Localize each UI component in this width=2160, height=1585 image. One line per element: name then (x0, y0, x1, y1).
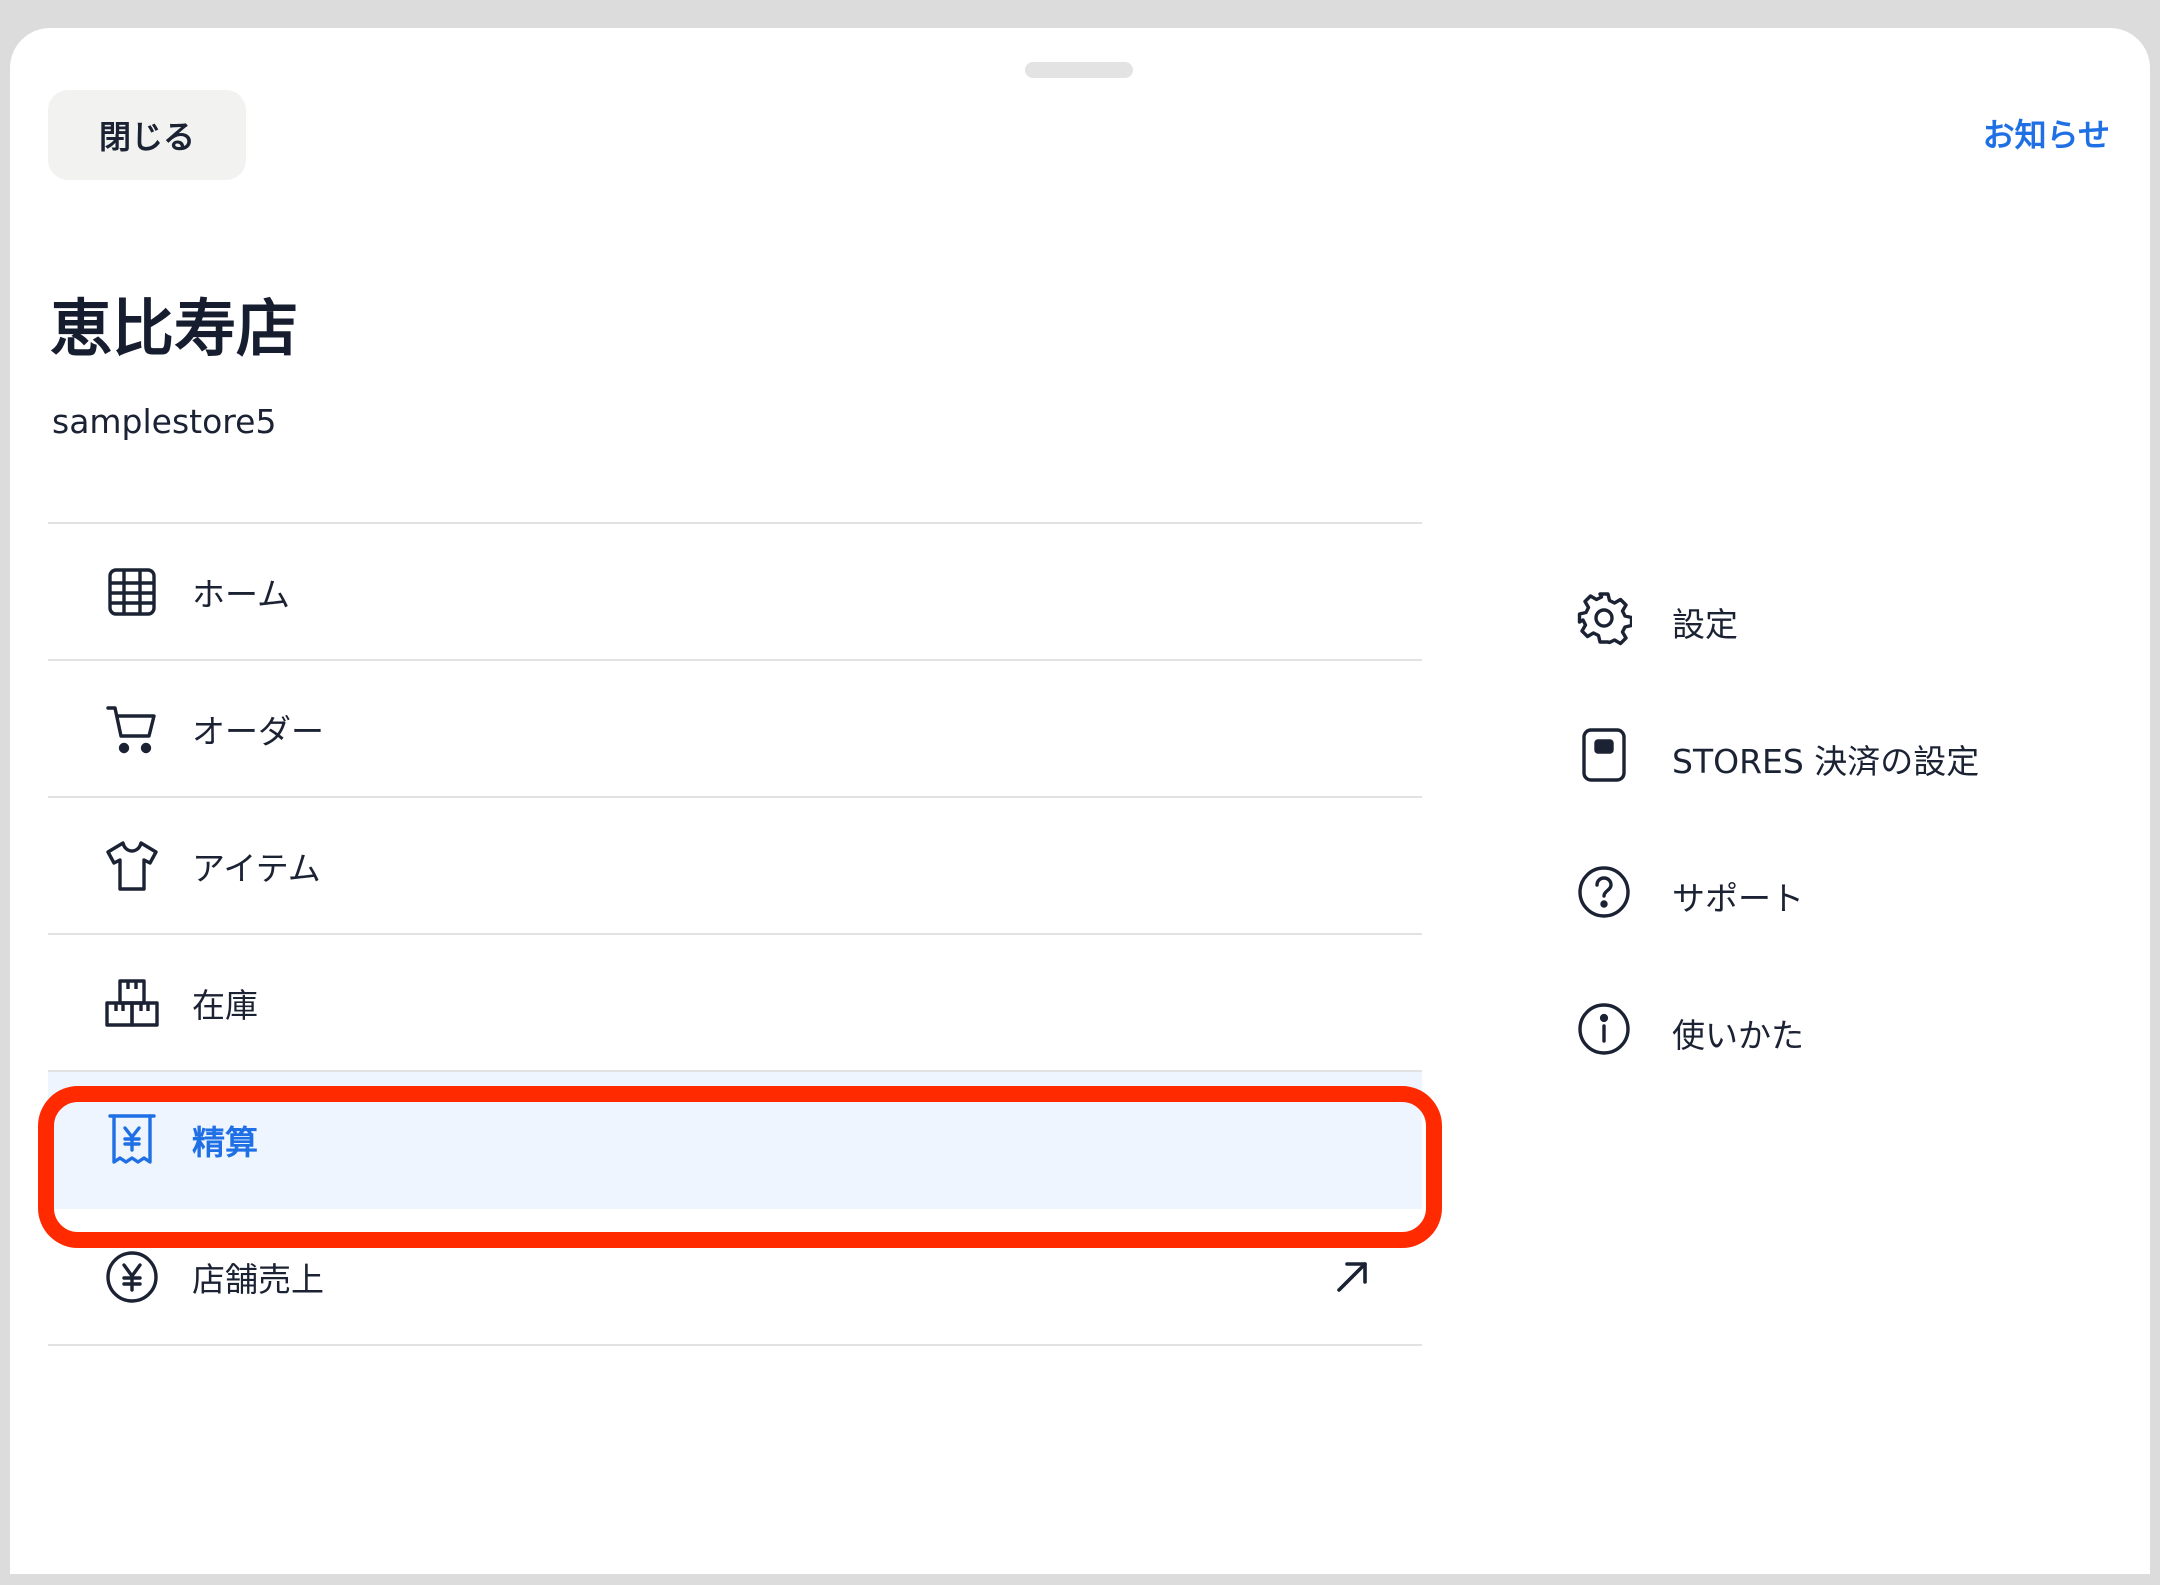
external-link-arrow-icon (1332, 1257, 1372, 1297)
grid-icon (104, 564, 160, 620)
nav-item-store-sales[interactable]: 店舗売上 (48, 1209, 1422, 1346)
nav-item-orders[interactable]: オーダー (48, 661, 1422, 798)
nav-item-label: 店舗売上 (192, 1259, 324, 1299)
gear-icon (1576, 590, 1632, 646)
boxes-icon (104, 975, 160, 1031)
side-menu: 設定 STORES 決済の設定 サポート 使いかた (1566, 550, 2126, 1098)
nav-item-stock[interactable]: 在庫 (48, 935, 1422, 1072)
nav-item-label: ホーム (192, 574, 291, 614)
tshirt-icon (104, 838, 160, 894)
nav-item-settlement[interactable]: 精算 (48, 1072, 1422, 1209)
card-reader-icon (1576, 727, 1632, 783)
news-link[interactable]: お知らせ (1983, 110, 2110, 156)
info-circle-icon (1576, 1001, 1632, 1057)
side-item-label: サポート (1672, 879, 1804, 918)
side-item-support[interactable]: サポート (1566, 824, 2126, 961)
nav-item-label: 精算 (192, 1122, 258, 1162)
cart-icon (104, 701, 160, 757)
side-item-settings[interactable]: 設定 (1566, 550, 2126, 687)
side-item-label: 使いかた (1672, 1016, 1804, 1055)
sheet-grabber[interactable] (1025, 62, 1133, 78)
close-button[interactable]: 閉じる (48, 90, 246, 180)
side-item-how-to-use[interactable]: 使いかた (1566, 961, 2126, 1098)
nav-item-items[interactable]: アイテム (48, 798, 1422, 935)
yen-circle-icon (104, 1249, 160, 1305)
nav-item-home[interactable]: ホーム (48, 524, 1422, 661)
nav-item-label: 在庫 (192, 985, 258, 1025)
main-nav: ホーム オーダー アイテム 在庫 精算 店舗売上 (48, 522, 1422, 1346)
side-item-payment-settings[interactable]: STORES 決済の設定 (1566, 687, 2126, 824)
store-name: 恵比寿店 (50, 292, 299, 365)
side-item-label: 設定 (1672, 605, 1738, 644)
nav-item-label: オーダー (192, 711, 324, 751)
receipt-yen-icon (104, 1112, 160, 1168)
question-circle-icon (1576, 864, 1632, 920)
store-id: samplestore5 (52, 402, 277, 441)
side-item-label: STORES 決済の設定 (1672, 742, 1980, 781)
menu-sheet: 閉じる お知らせ 恵比寿店 samplestore5 ホーム オーダー アイテム… (10, 28, 2150, 1574)
nav-item-label: アイテム (192, 848, 321, 888)
